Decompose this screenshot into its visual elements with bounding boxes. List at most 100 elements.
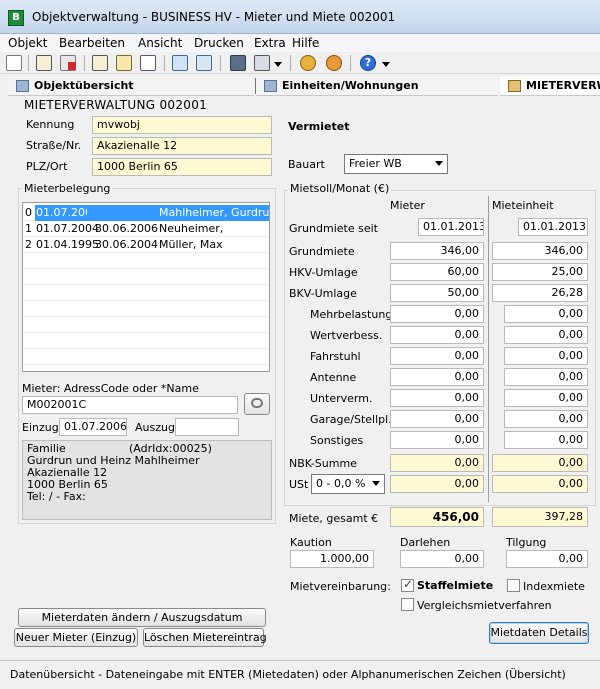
chat-icon[interactable] <box>172 55 188 71</box>
mietdaten-details-button[interactable]: Mietdaten Details <box>489 622 589 644</box>
row-name: Mahlheimer, Gurdrun u <box>87 205 269 221</box>
strasse-label: Straße/Nr. <box>26 139 82 152</box>
sonstiges-label: Sonstiges <box>310 434 364 447</box>
mehrbelastung-einheit[interactable]: 0,00 <box>504 305 588 323</box>
grundmiete-mieter[interactable]: 346,00 <box>390 242 484 260</box>
row-von: 01.07.2004 <box>36 222 99 235</box>
row-name: Müller, Max <box>159 238 223 251</box>
gesamt-einheit: 397,28 <box>492 507 588 527</box>
list-item[interactable]: 1 01.07.2004 30.06.2006 Neuheimer, <box>23 221 269 237</box>
print-icon[interactable] <box>254 55 270 71</box>
menu-bearbeiten[interactable]: Bearbeiten <box>59 36 125 50</box>
list-item <box>23 317 269 333</box>
list-item[interactable]: 0 01.07.2006 Mahlheimer, Gurdrun u <box>23 205 269 221</box>
column-divider <box>488 196 489 502</box>
tab-label: Objektübersicht <box>34 79 134 92</box>
antenne-mieter[interactable]: 0,00 <box>390 368 484 386</box>
menu-extra[interactable]: Extra <box>254 36 286 50</box>
chevron-down-icon[interactable] <box>274 62 282 67</box>
nbk-einheit: 0,00 <box>492 454 588 472</box>
unterverm-label: Unterverm. <box>310 392 373 405</box>
notes-icon[interactable] <box>116 55 132 71</box>
kaution-field[interactable]: 1.000,00 <box>290 550 374 568</box>
mieter-search-input[interactable]: M002001C <box>22 396 238 414</box>
list-item[interactable]: 2 01.04.1995 30.06.2004 Müller, Max <box>23 237 269 253</box>
ust-label: USt <box>289 478 309 491</box>
fahrstuhl-mieter[interactable]: 0,00 <box>390 347 484 365</box>
auszug-field[interactable] <box>175 418 239 436</box>
bkv-mieter[interactable]: 50,00 <box>390 284 484 302</box>
row-nr: 0 <box>25 206 32 219</box>
table-icon[interactable] <box>196 55 212 71</box>
app-logo-icon: B <box>8 10 24 26</box>
unterverm-einheit[interactable]: 0,00 <box>504 389 588 407</box>
grundmiete-seit-label: Grundmiete seit <box>289 222 378 235</box>
address-box: Familie (AdrIdx:00025) Gurdrun und Heinz… <box>22 440 272 520</box>
chevron-down-icon[interactable] <box>382 62 390 67</box>
edit-icon[interactable] <box>36 55 52 71</box>
kennung-field[interactable]: mvwobj <box>92 116 272 134</box>
grundmiete-seit-mieter[interactable]: 01.01.2013 <box>418 218 484 236</box>
wertverbess-mieter[interactable]: 0,00 <box>390 326 484 344</box>
row-nr: 2 <box>25 238 32 251</box>
person-icon[interactable] <box>300 55 316 71</box>
kaution-label: Kaution <box>290 536 332 549</box>
grundmiete-seit-einheit[interactable]: 01.01.2013 <box>518 218 588 236</box>
einzug-field[interactable]: 01.07.2006 <box>59 418 127 436</box>
vergleich-checkbox[interactable] <box>401 598 414 611</box>
menu-hilfe[interactable]: Hilfe <box>292 36 319 50</box>
darlehen-field[interactable]: 0,00 <box>400 550 484 568</box>
sonstiges-einheit[interactable]: 0,00 <box>504 431 588 449</box>
list-item <box>23 269 269 285</box>
tab-einheiten[interactable]: Einheiten/Wohnungen <box>256 76 498 96</box>
lookup-button[interactable] <box>244 393 270 415</box>
col-mieter: Mieter <box>390 199 425 212</box>
plz-label: PLZ/Ort <box>26 160 68 173</box>
mieter-list[interactable]: 0 01.07.2006 Mahlheimer, Gurdrun u 1 01.… <box>22 202 270 372</box>
staffelmiete-label: Staffelmiete <box>417 579 494 592</box>
help-icon[interactable]: ? <box>360 55 376 71</box>
strasse-field[interactable]: Akazienalle 12 <box>92 137 272 155</box>
bkv-label: BKV-Umlage <box>289 287 357 300</box>
hkv-einheit[interactable]: 25,00 <box>492 263 588 281</box>
window-title: Objektverwaltung - BUSINESS HV - Mieter … <box>32 10 396 24</box>
kennung-label: Kennung <box>26 118 75 131</box>
indexmiete-checkbox[interactable] <box>507 579 520 592</box>
ust-select[interactable]: 0 - 0,0 % <box>311 474 385 494</box>
garage-label: Garage/Stellpl. <box>310 413 392 426</box>
garage-mieter[interactable]: 0,00 <box>390 410 484 428</box>
antenne-einheit[interactable]: 0,00 <box>504 368 588 386</box>
gesamt-mieter: 456,00 <box>390 507 484 527</box>
vergleich-label: Vergleichsmietverfahren <box>417 599 552 612</box>
sonstiges-mieter[interactable]: 0,00 <box>390 431 484 449</box>
delete-icon[interactable] <box>60 55 76 71</box>
row-nr: 1 <box>25 222 32 235</box>
unterverm-mieter[interactable]: 0,00 <box>390 389 484 407</box>
tilgung-field[interactable]: 0,00 <box>506 550 588 568</box>
menu-objekt[interactable]: Objekt <box>8 36 47 50</box>
loeschen-button[interactable]: Löschen Mietereintrag <box>143 628 267 647</box>
wertverbess-einheit[interactable]: 0,00 <box>504 326 588 344</box>
people-icon[interactable] <box>326 55 342 71</box>
plz-field[interactable]: 1000 Berlin 65 <box>92 158 272 176</box>
hkv-mieter[interactable]: 60,00 <box>390 263 484 281</box>
tab-objektuebersicht[interactable]: Objektübersicht <box>8 76 254 96</box>
staffelmiete-checkbox[interactable] <box>401 577 414 592</box>
tab-mieterverwaltung[interactable]: MIETERVERWALTUNG <box>500 76 600 96</box>
new-doc-icon[interactable] <box>6 55 22 71</box>
garage-einheit[interactable]: 0,00 <box>504 410 588 428</box>
tab-label: MIETERVERWALTUNG <box>526 79 600 92</box>
mieterdaten-aendern-button[interactable]: Mieterdaten ändern / Auszugsdatum <box>18 608 266 627</box>
page-icon[interactable] <box>140 55 156 71</box>
edit2-icon[interactable] <box>92 55 108 71</box>
toolbar-separator <box>220 55 221 71</box>
binoculars-icon[interactable] <box>230 55 246 71</box>
neuer-mieter-button[interactable]: Neuer Mieter (Einzug) <box>14 628 138 647</box>
menu-drucken[interactable]: Drucken <box>194 36 244 50</box>
bkv-einheit[interactable]: 26,28 <box>492 284 588 302</box>
menu-ansicht[interactable]: Ansicht <box>138 36 182 50</box>
bauart-select[interactable]: Freier WB <box>344 154 448 174</box>
mehrbelastung-mieter[interactable]: 0,00 <box>390 305 484 323</box>
grundmiete-einheit[interactable]: 346,00 <box>492 242 588 260</box>
fahrstuhl-einheit[interactable]: 0,00 <box>504 347 588 365</box>
